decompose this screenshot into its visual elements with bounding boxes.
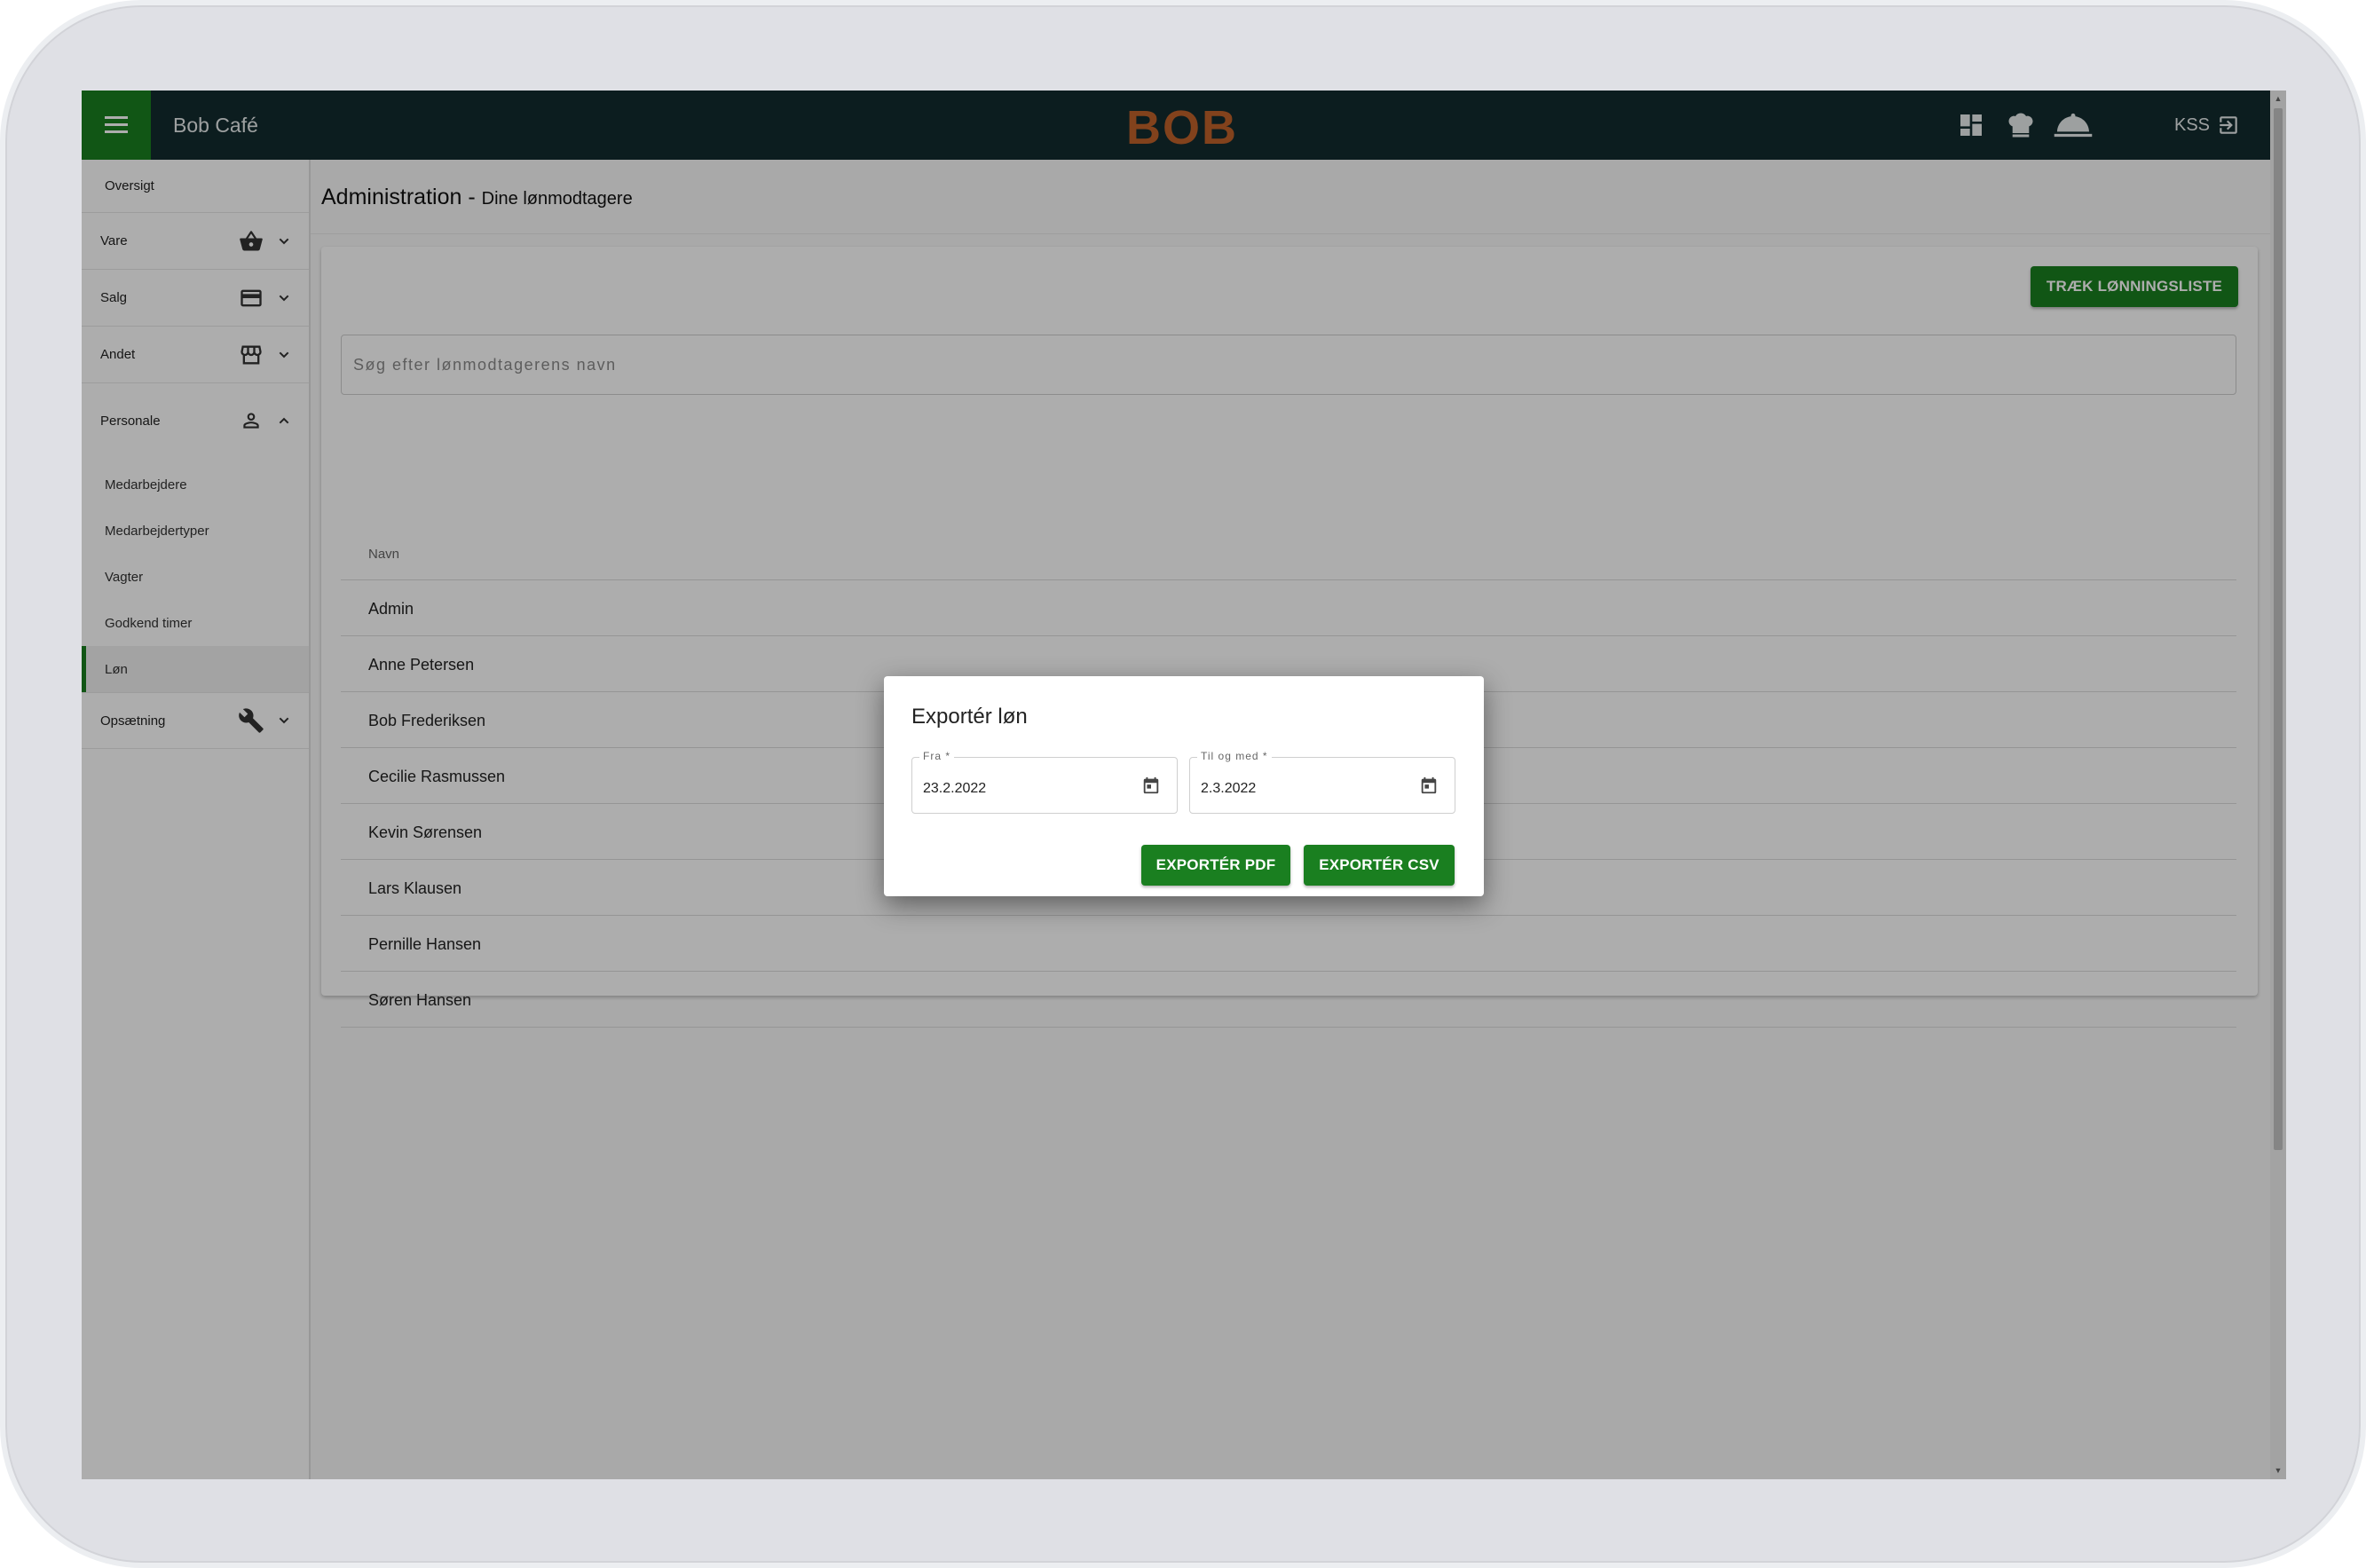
to-date-field[interactable]: Til og med * 2.3.2022 — [1189, 750, 1455, 814]
from-date-field[interactable]: Fra * 23.2.2022 — [911, 750, 1178, 814]
calendar-icon[interactable] — [1141, 776, 1161, 795]
to-date-label: Til og med * — [1197, 750, 1272, 762]
export-pdf-button[interactable]: EXPORTÉR PDF — [1141, 845, 1290, 886]
export-csv-button[interactable]: EXPORTÉR CSV — [1304, 845, 1455, 886]
calendar-icon[interactable] — [1419, 776, 1439, 795]
app-screen: Bob Café BOB KSS Oversigt Vare Salg Ande… — [82, 91, 2286, 1479]
dialog-title: Exportér løn — [911, 705, 1028, 729]
from-date-value: 23.2.2022 — [923, 781, 987, 796]
export-payroll-dialog: Exportér løn Fra * 23.2.2022 Til og med … — [884, 676, 1484, 896]
to-date-value: 2.3.2022 — [1201, 781, 1257, 796]
from-date-label: Fra * — [919, 750, 955, 762]
